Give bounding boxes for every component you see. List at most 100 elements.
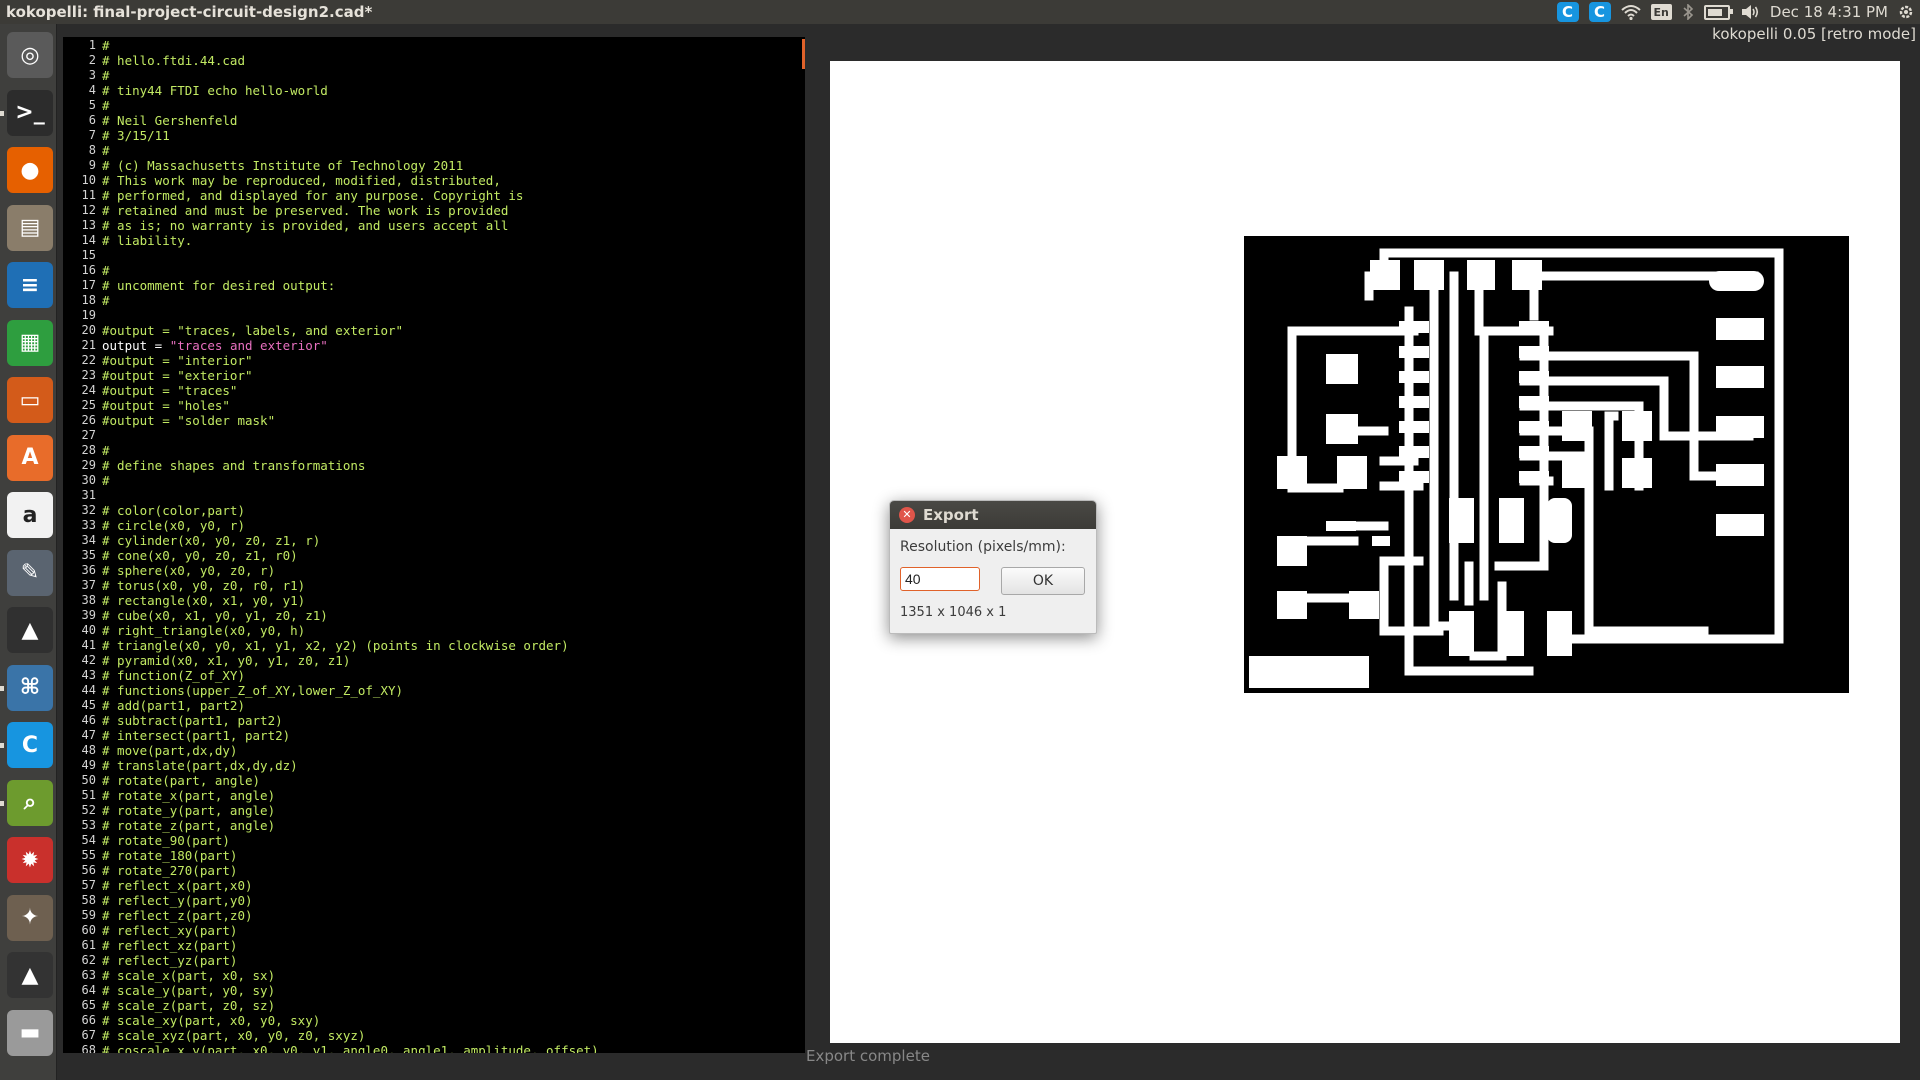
code-line[interactable]: # triangle(x0, y0, x1, y1, x2, y2) (poin… [102, 638, 802, 653]
code-line[interactable]: # intersect(part1, part2) [102, 728, 802, 743]
code-line[interactable]: # scale_xy(part, x0, y0, sxy) [102, 1013, 802, 1028]
code-line[interactable]: # rotate(part, angle) [102, 773, 802, 788]
settings-icon[interactable]: ✎ [7, 549, 53, 596]
code-line[interactable]: # reflect_y(part,y0) [102, 893, 802, 908]
battery-icon[interactable] [1703, 2, 1733, 22]
files-icon[interactable]: ▤ [7, 204, 53, 251]
code-line[interactable]: #output = "solder mask" [102, 413, 802, 428]
code-line[interactable]: # right_triangle(x0, y0, h) [102, 623, 802, 638]
code-line[interactable]: # scale_xyz(part, x0, y0, z0, sxyz) [102, 1028, 802, 1043]
code-line[interactable]: # rotate_90(part) [102, 833, 802, 848]
code-line[interactable]: #output = "interior" [102, 353, 802, 368]
inkscape-icon[interactable]: ▲ [7, 952, 53, 998]
code-line[interactable]: # cube(x0, x1, y0, y1, z0, z1) [102, 608, 802, 623]
code-editor[interactable]: 1 2 3 4 5 6 7 8 9 10 11 12 13 14 15 16 1… [63, 37, 805, 1053]
code-line[interactable]: # as is; no warranty is provided, and us… [102, 218, 802, 233]
code-line[interactable]: # function(Z_of_XY) [102, 668, 802, 683]
image-viewer-icon[interactable]: ⌕ [7, 779, 53, 826]
code-line[interactable]: # retained and must be preserved. The wo… [102, 203, 802, 218]
gear-icon[interactable] [1898, 2, 1914, 22]
code-line[interactable] [102, 488, 802, 503]
code-line[interactable]: # liability. [102, 233, 802, 248]
code-line[interactable]: # hello.ftdi.44.cad [102, 53, 802, 68]
writer-icon[interactable]: ≡ [7, 262, 53, 308]
code-line[interactable]: # subtract(part1, part2) [102, 713, 802, 728]
code-line[interactable]: # reflect_x(part,x0) [102, 878, 802, 893]
ubuntu-dash-icon[interactable]: ◎ [7, 32, 53, 78]
keyboard-layout-indicator[interactable]: En [1650, 4, 1672, 20]
code-text[interactable]: # # hello.ftdi.44.cad # # tiny44 FTDI echo … [102, 38, 802, 1053]
code-line[interactable]: # [102, 473, 802, 488]
code-line[interactable]: # move(part,dx,dy) [102, 743, 802, 758]
code-line[interactable]: # rotate_z(part, angle) [102, 818, 802, 833]
code-line[interactable]: # functions(upper_Z_of_XY,lower_Z_of_XY) [102, 683, 802, 698]
code-line[interactable]: # uncomment for desired output: [102, 278, 802, 293]
code-line[interactable]: # 3/15/11 [102, 128, 802, 143]
code-line[interactable]: # add(part1, part2) [102, 698, 802, 713]
code-line[interactable] [102, 248, 802, 263]
firefox-icon[interactable]: ● [7, 147, 53, 193]
code-line[interactable]: # [102, 98, 802, 113]
code-line[interactable]: # define shapes and transformations [102, 458, 802, 473]
code-line[interactable]: # rectangle(x0, x1, y0, y1) [102, 593, 802, 608]
resolution-input[interactable] [900, 567, 980, 591]
gimp-icon[interactable]: ✦ [7, 894, 53, 941]
code-line[interactable]: # reflect_yz(part) [102, 953, 802, 968]
code-line[interactable]: # circle(x0, y0, r) [102, 518, 802, 533]
c-app-icon[interactable]: C [1556, 2, 1579, 22]
calc-icon[interactable]: ▦ [7, 319, 53, 366]
code-line[interactable]: #output = "traces, labels, and exterior" [102, 323, 802, 338]
c-app-icon[interactable]: C [7, 722, 53, 768]
code-line[interactable]: # [102, 293, 802, 308]
code-line[interactable]: # performed, and displayed for any purpo… [102, 188, 802, 203]
code-line[interactable]: # reflect_z(part,z0) [102, 908, 802, 923]
clock[interactable]: Dec 18 4:31 PM [1770, 3, 1888, 21]
system-settings-icon[interactable]: ✹ [7, 837, 53, 883]
code-line[interactable]: # rotate_180(part) [102, 848, 802, 863]
close-icon[interactable]: ✕ [899, 507, 915, 523]
code-line[interactable]: #output = "traces" [102, 383, 802, 398]
amazon-icon[interactable]: a [7, 492, 53, 538]
volume-icon[interactable] [1740, 2, 1760, 22]
code-line[interactable]: # pyramid(x0, x1, y0, y1, z0, z1) [102, 653, 802, 668]
code-line[interactable]: # scale_y(part, y0, sy) [102, 983, 802, 998]
ok-button[interactable]: OK [1001, 567, 1085, 595]
bluetooth-icon[interactable] [1682, 2, 1694, 22]
code-line[interactable]: #output = "exterior" [102, 368, 802, 383]
code-line[interactable]: # coscale_x_y(part, x0, y0, y1, angle0, … [102, 1043, 802, 1053]
code-line[interactable]: # reflect_xz(part) [102, 938, 802, 953]
code-line[interactable]: # translate(part,dx,dy,dz) [102, 758, 802, 773]
code-line[interactable]: # cylinder(x0, y0, z0, z1, r) [102, 533, 802, 548]
code-line[interactable]: # [102, 143, 802, 158]
code-line[interactable]: # scale_x(part, x0, sx) [102, 968, 802, 983]
inkscape-icon[interactable]: ▲ [7, 607, 53, 653]
code-line[interactable]: # Neil Gershenfeld [102, 113, 802, 128]
code-line[interactable]: # [102, 68, 802, 83]
code-line[interactable]: # sphere(x0, y0, z0, r) [102, 563, 802, 578]
scanner-icon[interactable]: ▬ [7, 1009, 53, 1056]
c-app-icon[interactable]: C [1588, 2, 1611, 22]
terminal-icon[interactable]: >_ [7, 89, 53, 136]
code-line[interactable]: # rotate_x(part, angle) [102, 788, 802, 803]
code-line[interactable]: # [102, 38, 802, 53]
code-line[interactable]: # rotate_y(part, angle) [102, 803, 802, 818]
code-line[interactable] [102, 428, 802, 443]
code-line[interactable]: # reflect_xy(part) [102, 923, 802, 938]
code-line[interactable]: output = "traces and exterior" [102, 338, 802, 353]
code-line[interactable]: # rotate_270(part) [102, 863, 802, 878]
wifi-icon[interactable] [1620, 2, 1641, 22]
code-line[interactable]: # torus(x0, y0, z0, r0, r1) [102, 578, 802, 593]
python-icon[interactable]: ⌘ [7, 664, 53, 711]
code-line[interactable]: # [102, 263, 802, 278]
code-line[interactable]: # (c) Massachusetts Institute of Technol… [102, 158, 802, 173]
code-line[interactable]: # color(color,part) [102, 503, 802, 518]
code-line[interactable]: # tiny44 FTDI echo hello-world [102, 83, 802, 98]
code-line[interactable]: # scale_z(part, z0, sz) [102, 998, 802, 1013]
code-line[interactable]: # cone(x0, y0, z0, z1, r0) [102, 548, 802, 563]
software-center-icon[interactable]: A [7, 434, 53, 481]
impress-icon[interactable]: ▭ [7, 377, 53, 423]
code-line[interactable]: #output = "holes" [102, 398, 802, 413]
code-line[interactable]: # [102, 443, 802, 458]
code-line[interactable] [102, 308, 802, 323]
code-line[interactable]: # This work may be reproduced, modified,… [102, 173, 802, 188]
